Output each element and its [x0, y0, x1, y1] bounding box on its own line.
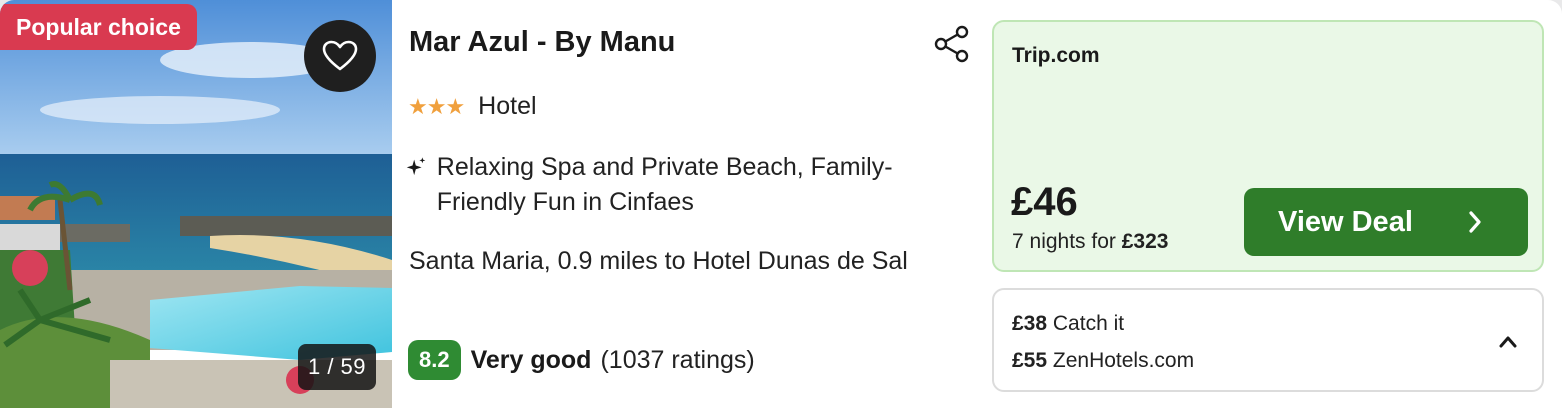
tagline-text: Relaxing Spa and Private Beach, Family-F… [436, 153, 893, 216]
offer-price: £55 [1012, 349, 1048, 372]
view-deal-label: View Deal [1278, 205, 1413, 238]
heart-icon [322, 40, 358, 71]
hotel-name[interactable]: Mar Azul - By Manu [409, 26, 675, 59]
review-score-label: Very good [470, 345, 592, 374]
hotel-location: Santa Maria, 0.9 miles to Hotel Dunas de… [409, 247, 908, 275]
offer-provider: Catch it [1052, 312, 1125, 335]
offer-price: £38 [1012, 312, 1048, 335]
star-rating: ★★★ [408, 93, 465, 119]
chevron-up-icon[interactable] [1496, 330, 1520, 354]
share-button[interactable] [932, 24, 972, 64]
share-icon [934, 25, 969, 63]
deal-nights-prefix: 7 nights for [1012, 230, 1116, 253]
top-deal-box[interactable]: Trip.com £46 7 nights for £323 View Deal [992, 20, 1544, 272]
sparkle-icon [406, 157, 426, 176]
offer-row[interactable]: £38 Catch it [1012, 312, 1124, 336]
offer-provider: ZenHotels.com [1052, 349, 1195, 372]
ratings-count: (1037 ratings) [600, 345, 755, 374]
deal-total-price: £323 [1121, 230, 1169, 253]
offer-row[interactable]: £55 ZenHotels.com [1012, 349, 1194, 373]
hotel-details: Mar Azul - By Manu ★★★ Hotel Relaxing Sp… [392, 0, 982, 408]
photo-counter: 1 / 59 [298, 344, 376, 390]
hotel-photo[interactable]: Popular choice 1 / 59 [0, 0, 392, 408]
hotel-tagline: Relaxing Spa and Private Beach, Family-F… [406, 150, 966, 220]
popular-choice-badge: Popular choice [0, 4, 197, 50]
favorite-button[interactable] [304, 20, 376, 92]
other-offers-box: £38 Catch it £55 ZenHotels.com [992, 288, 1544, 392]
deal-provider: Trip.com [1012, 44, 1100, 67]
review-summary[interactable]: 8.2 Very good (1037 ratings) [408, 340, 755, 380]
hotel-result-card: Popular choice 1 / 59 Mar Azul - By Manu… [0, 0, 1562, 408]
hotel-type: Hotel [478, 92, 537, 120]
chevron-right-icon [1469, 211, 1481, 233]
deal-total-line: 7 nights for £323 [1012, 230, 1168, 254]
view-deal-button[interactable]: View Deal [1244, 188, 1528, 256]
hotel-class-line: ★★★ Hotel [408, 92, 537, 121]
deal-price: £46 [1011, 180, 1078, 224]
review-score-badge: 8.2 [408, 340, 461, 380]
